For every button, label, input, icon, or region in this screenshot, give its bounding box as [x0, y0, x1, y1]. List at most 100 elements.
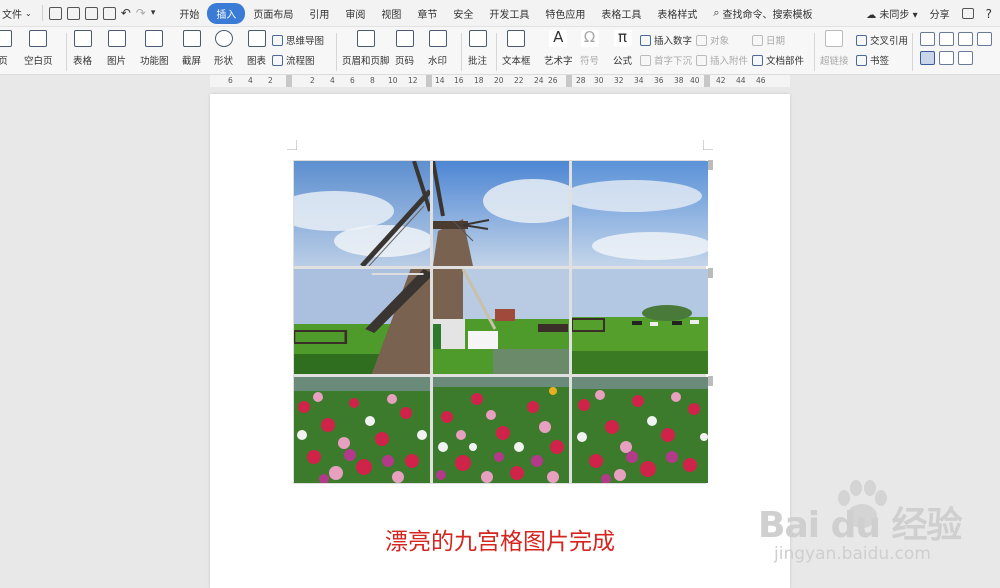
cross-ref-icon [856, 34, 867, 46]
tab-insert[interactable]: 插入 [207, 2, 246, 24]
grid-cell-6[interactable] [572, 269, 708, 374]
nine-grid-picture-table[interactable] [293, 160, 708, 484]
first-sink-button[interactable]: 首字下沉 [640, 53, 692, 67]
grid-cell-2[interactable] [433, 161, 569, 266]
collapse-ribbon-icon[interactable] [961, 8, 974, 19]
file-menu[interactable]: 文件 ⌄ [0, 0, 36, 27]
tab-view[interactable]: 视图 [373, 3, 409, 24]
comment-button[interactable]: 批注 [468, 30, 487, 67]
symbol-button[interactable]: Ω 符号 [580, 30, 599, 68]
function-chart-button[interactable]: 功能图 [140, 30, 169, 67]
undo-icon[interactable]: ↶ [121, 6, 131, 20]
sync-status[interactable]: ☁ 未同步 ▾ [866, 6, 917, 21]
link-icon [825, 30, 844, 47]
tab-home[interactable]: 开始 [171, 3, 207, 24]
table-view-icon-4[interactable] [977, 32, 992, 46]
tab-references[interactable]: 引用 [301, 3, 337, 24]
grid-cell-9[interactable] [572, 377, 708, 483]
ruler-label: 4 [330, 76, 335, 85]
table-row-handle[interactable] [708, 268, 713, 278]
page-number-button[interactable]: 页码 [395, 30, 414, 67]
tab-developer[interactable]: 开发工具 [481, 3, 537, 24]
sync-label: 未同步 [879, 10, 910, 21]
help-icon[interactable]: ? [986, 7, 992, 21]
flowchart-button[interactable]: 流程图 [272, 53, 315, 67]
shape-icon [214, 30, 233, 47]
share-button[interactable]: 分享 [930, 6, 950, 21]
ruler-label: 38 [674, 76, 684, 85]
doc-parts-button[interactable]: 文档部件 [752, 53, 804, 67]
table-row-handle[interactable] [708, 376, 713, 386]
tulips-image-center [433, 377, 569, 483]
picture-label: 图片 [107, 56, 127, 67]
tab-page-layout[interactable]: 页面布局 [245, 3, 301, 24]
sky-image [572, 161, 708, 266]
table-row-handle[interactable] [708, 160, 713, 170]
tab-review[interactable]: 审阅 [337, 3, 373, 24]
text-wrap-icon-2[interactable] [939, 51, 954, 65]
customize-icon[interactable]: ▾ [151, 8, 156, 18]
grid-cell-7[interactable] [294, 377, 430, 483]
header-footer-button[interactable]: 页眉和页脚 [342, 30, 390, 67]
object-button[interactable]: 对象 [696, 33, 729, 47]
insert-number-button[interactable]: 插入数字 [640, 33, 692, 47]
wordart-button[interactable]: A 艺术字 [544, 30, 573, 68]
cross-ref-button[interactable]: 交叉引用 [856, 33, 908, 47]
horizontal-ruler[interactable]: 6 4 2 2 4 6 8 10 12 14 16 18 20 22 24 26… [210, 75, 790, 87]
chart-button[interactable]: 图表 [247, 30, 266, 67]
ruler-label: 18 [474, 76, 484, 85]
hyperlink-label: 超链接 [820, 56, 849, 67]
tab-section[interactable]: 章节 [409, 3, 445, 24]
text-wrap-icon-1[interactable] [920, 51, 935, 65]
shape-button[interactable]: 形状 [214, 30, 233, 67]
insert-attachment-button[interactable]: 插入附件 [696, 53, 748, 67]
grid-cell-8[interactable] [433, 377, 569, 483]
redo-icon[interactable]: ↷ [136, 6, 146, 20]
hyperlink-button[interactable]: 超链接 [820, 30, 849, 67]
watermark-logo-text: Bai du 经验 [758, 505, 963, 546]
grid-cell-3[interactable] [572, 161, 708, 266]
sky-windmill-image [294, 161, 430, 266]
grid-cell-4[interactable] [294, 269, 430, 374]
grid-cell-1[interactable] [294, 161, 430, 266]
print-preview-icon[interactable] [102, 6, 116, 20]
bookmark-label: 书签 [870, 56, 890, 67]
text-wrap-icon-3[interactable] [958, 51, 973, 65]
bookmark-button[interactable]: 书签 [856, 53, 889, 67]
divider [336, 33, 337, 71]
tab-table-tools[interactable]: 表格工具 [593, 3, 649, 24]
tab-table-style[interactable]: 表格样式 [649, 3, 705, 24]
ruler-label: 2 [310, 76, 315, 85]
insert-attachment-label: 插入附件 [710, 56, 749, 67]
screenshot-button[interactable]: 截屏 [182, 30, 201, 67]
table-view-icon-1[interactable] [920, 32, 935, 46]
mindmap-button[interactable]: 思维导图 [272, 33, 324, 47]
format-painter-icon[interactable] [66, 6, 80, 20]
tulips-image-left [294, 377, 430, 483]
ruler-column-mark [426, 75, 432, 87]
page-button[interactable]: 页 [0, 30, 12, 67]
ruler-label: 10 [388, 76, 398, 85]
watermark-button[interactable]: 水印 [428, 30, 447, 67]
ruler-label: 16 [454, 76, 464, 85]
table-button[interactable]: 表格 [73, 30, 92, 67]
textbox-button[interactable]: 文本框 [502, 30, 531, 67]
tulips-image-right [572, 377, 708, 483]
tab-special[interactable]: 特色应用 [537, 3, 593, 24]
command-search[interactable]: ⌕ 查找命令、搜索模板 [713, 6, 812, 21]
tab-security[interactable]: 安全 [445, 3, 481, 24]
print-icon[interactable] [84, 6, 98, 20]
picture-button[interactable]: 图片 [107, 30, 126, 67]
table-view-icon-3[interactable] [958, 32, 973, 46]
picture-icon [107, 30, 126, 47]
header-footer-label: 页眉和页脚 [342, 56, 390, 67]
flowchart-label: 流程图 [286, 56, 315, 67]
blank-page-button[interactable]: 空白页 [24, 30, 53, 67]
save-icon[interactable] [48, 6, 62, 20]
grid-cell-5[interactable] [433, 269, 569, 374]
doc-parts-icon [752, 54, 763, 66]
formula-button[interactable]: π 公式 [613, 30, 632, 68]
date-button[interactable]: 日期 [752, 33, 785, 47]
table-view-icon-2[interactable] [939, 32, 954, 46]
chart-icon [247, 30, 266, 47]
